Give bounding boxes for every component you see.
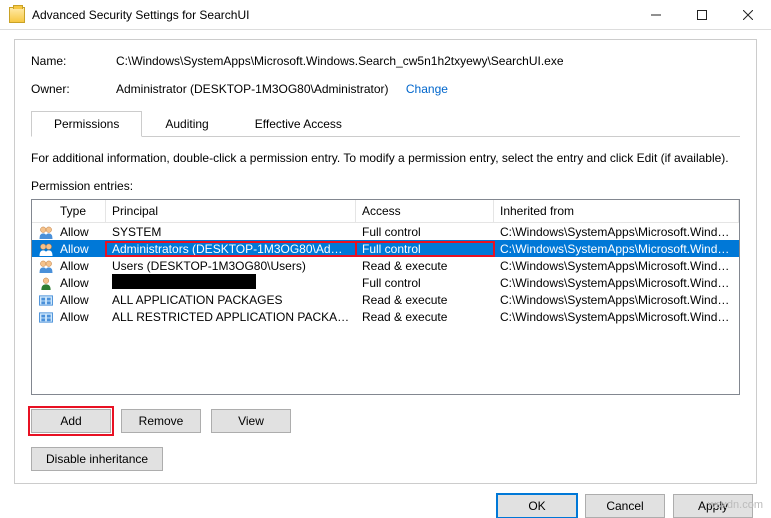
- dialog-footer: OK Cancel Apply: [0, 484, 771, 518]
- cancel-button[interactable]: Cancel: [585, 494, 665, 518]
- window-title: Advanced Security Settings for SearchUI: [32, 8, 633, 22]
- cell-principal: [106, 274, 356, 292]
- disable-inheritance-button[interactable]: Disable inheritance: [31, 447, 163, 471]
- info-text: For additional information, double-click…: [31, 151, 740, 165]
- permission-entries-label: Permission entries:: [31, 179, 740, 193]
- name-label: Name:: [31, 54, 116, 68]
- cell-type: Allow: [54, 225, 106, 239]
- permission-entries-list[interactable]: Type Principal Access Inherited from All…: [31, 199, 740, 395]
- cell-type: Allow: [54, 259, 106, 273]
- cell-access: Full control: [356, 276, 494, 290]
- cell-access: Read & execute: [356, 310, 494, 324]
- cell-inherited: C:\Windows\SystemApps\Microsoft.Windo...: [494, 310, 739, 324]
- folder-icon: [9, 7, 25, 23]
- cell-inherited: C:\Windows\SystemApps\Microsoft.Windo...: [494, 293, 739, 307]
- cell-access: Read & execute: [356, 259, 494, 273]
- table-row[interactable]: AllowALL APPLICATION PACKAGESRead & exec…: [32, 291, 739, 308]
- cell-type: Allow: [54, 276, 106, 290]
- name-value: C:\Windows\SystemApps\Microsoft.Windows.…: [116, 54, 740, 68]
- list-header: Type Principal Access Inherited from: [32, 200, 739, 223]
- tabs: Permissions Auditing Effective Access: [31, 110, 740, 137]
- principal-icon: [32, 224, 54, 238]
- tab-permissions[interactable]: Permissions: [31, 111, 142, 137]
- cell-access: Full control: [356, 242, 494, 256]
- cell-inherited: C:\Windows\SystemApps\Microsoft.Windo...: [494, 276, 739, 290]
- cell-principal: ALL RESTRICTED APPLICATION PACKAGES: [106, 310, 356, 324]
- principal-icon: [32, 292, 54, 306]
- cell-principal: Users (DESKTOP-1M3OG80\Users): [106, 259, 356, 273]
- col-inherited[interactable]: Inherited from: [494, 200, 739, 222]
- owner-label: Owner:: [31, 82, 116, 96]
- minimize-button[interactable]: [633, 0, 679, 29]
- col-access[interactable]: Access: [356, 200, 494, 222]
- cell-inherited: C:\Windows\SystemApps\Microsoft.Windo...: [494, 242, 739, 256]
- cell-principal: SYSTEM: [106, 225, 356, 239]
- dialog-panel: Name: C:\Windows\SystemApps\Microsoft.Wi…: [14, 39, 757, 484]
- remove-button[interactable]: Remove: [121, 409, 201, 433]
- cell-inherited: C:\Windows\SystemApps\Microsoft.Windo...: [494, 225, 739, 239]
- owner-value: Administrator (DESKTOP-1M3OG80\Administr…: [116, 82, 389, 96]
- principal-icon: [32, 309, 54, 323]
- tab-effective-access[interactable]: Effective Access: [232, 111, 365, 137]
- close-button[interactable]: [725, 0, 771, 29]
- table-row[interactable]: Allow Full controlC:\Windows\SystemApps\M…: [32, 274, 739, 291]
- cell-type: Allow: [54, 242, 106, 256]
- maximize-button[interactable]: [679, 0, 725, 29]
- change-owner-link[interactable]: Change: [406, 82, 448, 96]
- view-button[interactable]: View: [211, 409, 291, 433]
- col-principal[interactable]: Principal: [106, 200, 356, 222]
- cell-access: Full control: [356, 225, 494, 239]
- col-type[interactable]: Type: [54, 200, 106, 222]
- cell-principal: Administrators (DESKTOP-1M3OG80\Admi...: [106, 242, 356, 256]
- table-row[interactable]: AllowAdministrators (DESKTOP-1M3OG80\Adm…: [32, 240, 739, 257]
- cell-type: Allow: [54, 310, 106, 324]
- table-row[interactable]: AllowUsers (DESKTOP-1M3OG80\Users)Read &…: [32, 257, 739, 274]
- titlebar: Advanced Security Settings for SearchUI: [0, 0, 771, 30]
- principal-icon: [32, 275, 54, 289]
- cell-inherited: C:\Windows\SystemApps\Microsoft.Windo...: [494, 259, 739, 273]
- add-button[interactable]: Add: [31, 409, 111, 433]
- cell-access: Read & execute: [356, 293, 494, 307]
- principal-icon: [32, 241, 54, 255]
- table-row[interactable]: AllowSYSTEMFull controlC:\Windows\System…: [32, 223, 739, 240]
- principal-icon: [32, 258, 54, 272]
- tab-auditing[interactable]: Auditing: [142, 111, 231, 137]
- watermark: wsxdn.com: [708, 499, 763, 511]
- ok-button[interactable]: OK: [497, 494, 577, 518]
- cell-principal: ALL APPLICATION PACKAGES: [106, 293, 356, 307]
- cell-type: Allow: [54, 293, 106, 307]
- table-row[interactable]: AllowALL RESTRICTED APPLICATION PACKAGES…: [32, 308, 739, 325]
